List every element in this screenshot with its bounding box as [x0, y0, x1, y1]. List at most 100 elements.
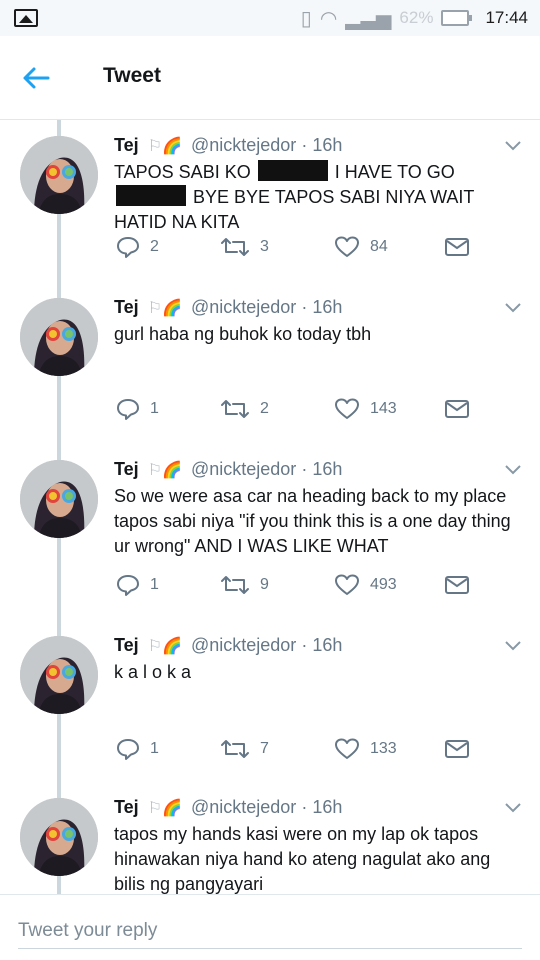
tweet-thread[interactable]: Tej ⚐🌈 @nicktejedor · 16h TAPOS SABI KO …	[0, 120, 540, 894]
reply-input[interactable]	[18, 913, 522, 949]
tweet-text: So we were asa car na heading back to my…	[114, 486, 511, 556]
author-name[interactable]: Tej	[114, 635, 139, 655]
separator-dot: ·	[301, 459, 308, 479]
envelope-icon	[445, 576, 469, 594]
tweet-header: Tej ⚐🌈 @nicktejedor · 16h	[114, 296, 342, 319]
reply-button[interactable]: 1	[116, 396, 159, 422]
like-count: 493	[370, 576, 397, 593]
wifi-icon: ◠	[319, 6, 338, 30]
retweet-count: 7	[260, 740, 269, 757]
author-name[interactable]: Tej	[114, 135, 139, 155]
reply-icon	[117, 237, 139, 258]
avatar[interactable]	[20, 136, 98, 214]
direct-message-button[interactable]	[444, 572, 470, 598]
tweet-time[interactable]: 16h	[312, 135, 342, 155]
author-handle[interactable]: @nicktejedor	[191, 297, 296, 317]
header-bar: Tweet	[0, 36, 540, 120]
retweet-button[interactable]: 9	[220, 572, 269, 598]
reply-button[interactable]: 1	[116, 572, 159, 598]
tweet-actions: 1 9 493	[114, 572, 484, 598]
tweet-text-part: I HAVE TO GO	[329, 162, 455, 182]
reply-count: 1	[150, 576, 159, 593]
like-button[interactable]: 133	[334, 736, 397, 762]
status-icons: ▯ ◠ ▂▃▅ 62% 17:44	[301, 6, 528, 30]
chevron-down-icon[interactable]	[504, 638, 522, 652]
reply-count: 1	[150, 740, 159, 757]
tweet-time[interactable]: 16h	[312, 297, 342, 317]
tweet[interactable]: Tej ⚐🌈 @nicktejedor · 16h k a l o k a 1 …	[0, 624, 540, 784]
page-title: Tweet	[103, 64, 161, 87]
direct-message-button[interactable]	[444, 736, 470, 762]
author-name[interactable]: Tej	[114, 297, 139, 317]
retweet-count: 9	[260, 576, 269, 593]
clock: 17:44	[485, 8, 528, 27]
tweet-header: Tej ⚐🌈 @nicktejedor · 16h	[114, 634, 342, 657]
tweet-text: gurl haba ng buhok ko today tbh	[114, 324, 372, 344]
redaction-bar	[257, 160, 328, 181]
reply-button[interactable]: 1	[116, 736, 159, 762]
reply-icon	[117, 399, 139, 420]
tweet-time[interactable]: 16h	[312, 635, 342, 655]
vibrate-icon: ▯	[300, 6, 312, 30]
envelope-icon	[445, 238, 469, 256]
flag-rainbow-emoji: ⚐🌈	[147, 298, 182, 317]
chevron-down-icon[interactable]	[504, 462, 522, 476]
author-handle[interactable]: @nicktejedor	[191, 797, 296, 817]
author-handle[interactable]: @nicktejedor	[191, 635, 296, 655]
retweet-button[interactable]: 7	[220, 736, 269, 762]
tweet-header: Tej ⚐🌈 @nicktejedor · 16h	[114, 796, 342, 819]
separator-dot: ·	[301, 297, 308, 317]
chevron-down-icon[interactable]	[504, 300, 522, 314]
reply-count: 2	[150, 238, 159, 255]
like-button[interactable]: 143	[334, 396, 397, 422]
retweet-icon	[221, 740, 249, 758]
direct-message-button[interactable]	[444, 396, 470, 422]
like-count: 84	[370, 238, 388, 255]
author-handle[interactable]: @nicktejedor	[191, 135, 296, 155]
author-name[interactable]: Tej	[114, 797, 139, 817]
tweet-time[interactable]: 16h	[312, 459, 342, 479]
chevron-down-icon[interactable]	[504, 138, 522, 152]
status-bar: ▯ ◠ ▂▃▅ 62% 17:44	[0, 0, 540, 36]
retweet-icon	[221, 238, 249, 256]
author-handle[interactable]: @nicktejedor	[191, 459, 296, 479]
like-button[interactable]: 493	[334, 572, 397, 598]
tweet-text: TAPOS SABI KO I HAVE TO GO BYE BYE TAPOS…	[114, 160, 524, 235]
retweet-button[interactable]: 3	[220, 234, 269, 260]
tweet[interactable]: Tej ⚐🌈 @nicktejedor · 16h TAPOS SABI KO …	[0, 124, 540, 284]
heart-icon	[335, 738, 359, 759]
redaction-bar	[116, 185, 186, 206]
tweet-text: tapos my hands kasi were on my lap ok ta…	[114, 824, 491, 894]
chevron-down-icon[interactable]	[504, 800, 522, 814]
envelope-icon	[445, 400, 469, 418]
avatar[interactable]	[20, 298, 98, 376]
retweet-button[interactable]: 2	[220, 396, 269, 422]
tweet[interactable]: Tej ⚐🌈 @nicktejedor · 16h tapos my hands…	[0, 786, 540, 894]
avatar[interactable]	[20, 460, 98, 538]
direct-message-button[interactable]	[444, 234, 470, 260]
tweet[interactable]: Tej ⚐🌈 @nicktejedor · 16h gurl haba ng b…	[0, 286, 540, 446]
tweet-actions: 1 2 143	[114, 396, 484, 422]
gallery-icon	[14, 9, 38, 27]
tweet-actions: 1 7 133	[114, 736, 484, 762]
reply-button[interactable]: 2	[116, 234, 159, 260]
battery-percent: 62%	[399, 8, 434, 27]
avatar[interactable]	[20, 798, 98, 876]
flag-rainbow-emoji: ⚐🌈	[147, 798, 182, 817]
retweet-icon	[221, 576, 249, 594]
heart-icon	[335, 398, 359, 419]
signal-icon: ▂▃▅	[345, 6, 392, 30]
tweet-actions: 2 3 84	[114, 234, 484, 260]
author-name[interactable]: Tej	[114, 459, 139, 479]
like-count: 133	[370, 740, 397, 757]
reply-count: 1	[150, 400, 159, 417]
back-arrow-icon[interactable]	[20, 62, 52, 94]
like-count: 143	[370, 400, 397, 417]
tweet[interactable]: Tej ⚐🌈 @nicktejedor · 16h So we were asa…	[0, 448, 540, 624]
flag-rainbow-emoji: ⚐🌈	[147, 136, 182, 155]
tweet-time[interactable]: 16h	[312, 797, 342, 817]
like-button[interactable]: 84	[334, 234, 388, 260]
flag-rainbow-emoji: ⚐🌈	[147, 460, 182, 479]
tweet-text-part: TAPOS SABI KO	[114, 162, 256, 182]
avatar[interactable]	[20, 636, 98, 714]
